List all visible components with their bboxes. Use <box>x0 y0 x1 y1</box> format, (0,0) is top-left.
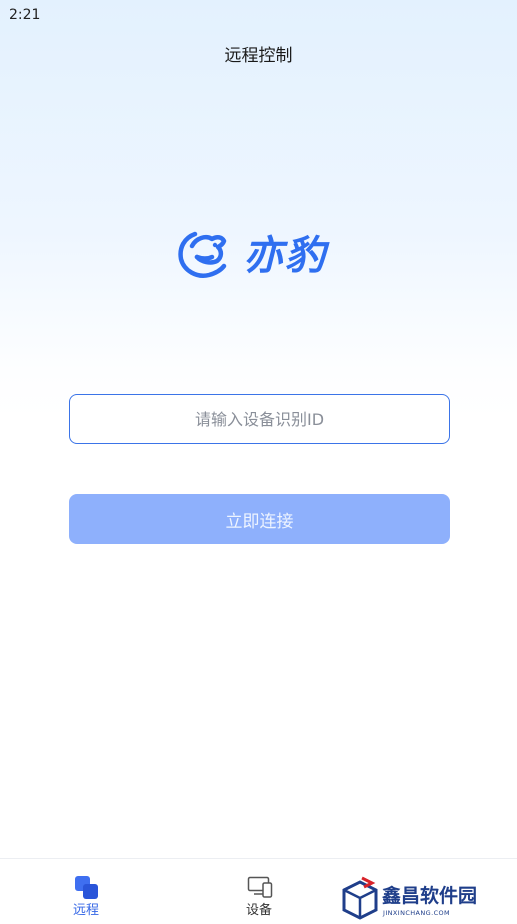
watermark-name: 鑫昌软件园 <box>381 884 477 907</box>
brand-logo: 亦豹 <box>178 231 330 279</box>
watermark-cube-icon <box>342 876 378 920</box>
devices-icon <box>247 876 273 898</box>
brand-name: 亦豹 <box>243 233 330 279</box>
app-screen: 2:21 远程控制 亦豹 立即连接 远程 设备 <box>0 0 517 924</box>
tab-remote-label: 远程 <box>72 903 99 918</box>
page-title: 远程控制 <box>224 46 293 66</box>
device-id-input[interactable] <box>69 394 450 444</box>
connect-button[interactable]: 立即连接 <box>69 494 450 544</box>
tab-devices[interactable]: 设备 <box>214 859 304 924</box>
remote-icon <box>75 876 98 899</box>
tab-devices-label: 设备 <box>245 903 272 918</box>
status-time: 2:21 <box>9 7 41 23</box>
tab-remote[interactable]: 远程 <box>41 859 131 924</box>
status-bar: 2:21 <box>0 0 517 30</box>
panther-logo-icon <box>178 231 227 278</box>
panther-eye-icon <box>212 242 218 248</box>
watermark-url: JINXINCHANG.COM <box>382 909 450 917</box>
watermark-logo: 鑫昌软件园 JINXINCHANG.COM <box>342 876 477 920</box>
